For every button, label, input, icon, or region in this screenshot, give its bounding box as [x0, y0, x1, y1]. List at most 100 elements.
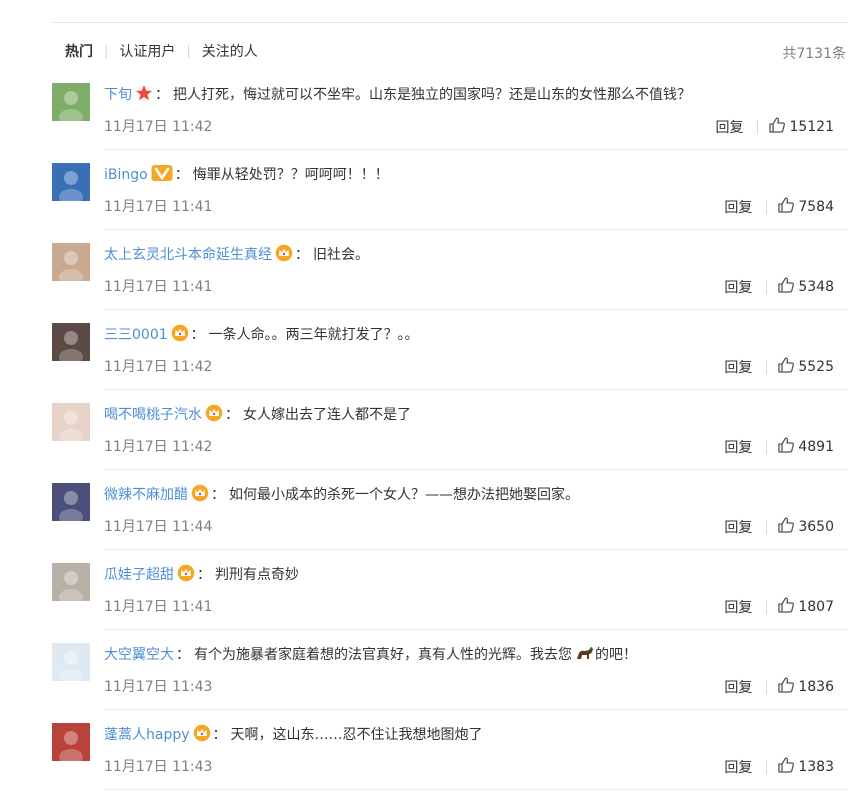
reply-button[interactable]: 回复: [724, 277, 752, 297]
colon: ：: [155, 87, 169, 103]
crown-badge-icon: [171, 324, 189, 349]
v-badge-icon: [151, 164, 173, 189]
comment-actions: 回复 7584: [724, 196, 834, 218]
colon: ：: [212, 727, 227, 743]
comment-text: 如何最小成本的杀死一个女人？——想办法把她娶回家。: [229, 487, 579, 503]
like-button[interactable]: 5348: [777, 276, 834, 298]
comment-time: 11月17日 11:43: [104, 679, 213, 695]
comment-time: 11月17日 11:42: [104, 439, 213, 455]
comment-actions: 回复 15121: [715, 116, 834, 138]
comment-time: 11月17日 11:41: [104, 599, 213, 615]
like-button[interactable]: 1836: [777, 676, 834, 698]
reply-button[interactable]: 回复: [724, 437, 752, 457]
username-link[interactable]: 大空翼空大: [104, 647, 174, 663]
action-separator: [766, 600, 768, 614]
reply-button[interactable]: 回复: [724, 677, 752, 697]
action-separator: [766, 760, 768, 774]
comment-actions: 回复 5348: [724, 276, 834, 298]
comment-item: 太上玄灵北斗本命延生真经 ：旧社会。 11月17日 11:41 回复 5348: [0, 230, 864, 310]
thumbs-up-icon: [777, 276, 798, 298]
comment-line: 三三0001 ：一条人命。。两三年就打发了？。。: [104, 324, 419, 349]
like-button[interactable]: 3650: [777, 516, 834, 538]
username-link[interactable]: 下旬: [104, 87, 132, 103]
comment-filter-tabs: 热门 | 认证用户 | 关注的人: [65, 41, 258, 61]
avatar[interactable]: [52, 163, 90, 201]
comment-divider: [104, 789, 848, 790]
colon: ：: [211, 487, 225, 503]
top-divider: [52, 22, 848, 23]
like-button[interactable]: 7584: [777, 196, 834, 218]
comment-text: 悔罪从轻处罚？？呵呵呵！！！: [192, 167, 389, 183]
like-button[interactable]: 1383: [777, 756, 834, 778]
avatar[interactable]: [52, 563, 90, 601]
comment-time: 11月17日 11:41: [104, 279, 213, 295]
avatar[interactable]: [52, 83, 90, 121]
username-link[interactable]: 瓜娃子超甜: [104, 567, 174, 583]
comment-line: 瓜娃子超甜 ：判刑有点奇妙: [104, 564, 299, 589]
username-link[interactable]: iBingo: [104, 167, 148, 183]
username-link[interactable]: 蓬蒿人happy: [104, 727, 190, 743]
reply-button[interactable]: 回复: [724, 757, 752, 777]
tab-hot[interactable]: 热门: [65, 41, 93, 61]
comment-actions: 回复 3650: [724, 516, 834, 538]
like-count: 7584: [798, 199, 834, 215]
comment-time: 11月17日 11:43: [104, 759, 213, 775]
thumbs-up-icon: [777, 436, 798, 458]
comment-line: 大空翼空大：有个为施暴者家庭着想的法官真好，真有人性的光辉。我去您 的吧！: [104, 644, 637, 669]
comment-line: 蓬蒿人happy ：天啊，这山东……忍不住让我想地图炮了: [104, 724, 483, 749]
avatar[interactable]: [52, 323, 90, 361]
avatar[interactable]: [52, 483, 90, 521]
thumbs-up-icon: [777, 596, 798, 618]
username-link[interactable]: 太上玄灵北斗本命延生真经: [104, 247, 272, 263]
comment-line: 下旬 ：把人打死，悔过就可以不坐牢。山东是独立的国家吗？还是山东的女性那么不值钱？: [104, 84, 691, 109]
action-separator: [766, 680, 768, 694]
reply-button[interactable]: 回复: [724, 597, 752, 617]
comment-text: 把人打死，悔过就可以不坐牢。山东是独立的国家吗？还是山东的女性那么不值钱？: [173, 87, 691, 103]
like-button[interactable]: 4891: [777, 436, 834, 458]
tab-following[interactable]: 关注的人: [202, 41, 258, 61]
comment-item: 微辣不麻加醋 ：如何最小成本的杀死一个女人？——想办法把她娶回家。 11月17日 1…: [0, 470, 864, 550]
like-count: 1836: [798, 679, 834, 695]
like-count: 5348: [798, 279, 834, 295]
thumbs-up-icon: [768, 116, 789, 138]
comment-text: 判刑有点奇妙: [215, 567, 299, 583]
avatar[interactable]: [52, 403, 90, 441]
like-button[interactable]: 5525: [777, 356, 834, 378]
tab-verified-users[interactable]: 认证用户: [119, 41, 175, 61]
colon: ：: [197, 567, 211, 583]
crown-badge-icon: [205, 404, 223, 429]
reply-button[interactable]: 回复: [715, 117, 743, 137]
thumbs-up-icon: [777, 356, 798, 378]
crown-badge-icon: [177, 564, 195, 589]
total-count: 共7131条: [782, 46, 846, 62]
comment-text: 天啊，这山东……忍不住让我想地图炮了: [230, 727, 483, 743]
action-separator: [766, 520, 768, 534]
reply-button[interactable]: 回复: [724, 357, 752, 377]
comment-actions: 回复 5525: [724, 356, 834, 378]
avatar[interactable]: [52, 243, 90, 281]
comment-text-tail: 的吧！: [595, 647, 637, 663]
avatar[interactable]: [52, 643, 90, 681]
username-link[interactable]: 三三0001: [104, 327, 168, 343]
thumbs-up-icon: [777, 516, 798, 538]
comment-actions: 回复 1807: [724, 596, 834, 618]
tab-separator: |: [104, 43, 109, 59]
like-button[interactable]: 15121: [768, 116, 834, 138]
tab-separator: |: [186, 43, 191, 59]
crown-badge-icon: [191, 484, 209, 509]
colon: ：: [295, 247, 309, 263]
like-button[interactable]: 1807: [777, 596, 834, 618]
reply-button[interactable]: 回复: [724, 197, 752, 217]
comment-line: iBingo ：悔罪从轻处罚？？呵呵呵！！！: [104, 164, 389, 189]
star-badge-icon: [135, 84, 153, 109]
like-count: 4891: [798, 439, 834, 455]
like-count: 15121: [789, 119, 834, 135]
avatar[interactable]: [52, 723, 90, 761]
reply-button[interactable]: 回复: [724, 517, 752, 537]
comment-line: 微辣不麻加醋 ：如何最小成本的杀死一个女人？——想办法把她娶回家。: [104, 484, 579, 509]
thumbs-up-icon: [777, 676, 798, 698]
comment-item: 三三0001 ：一条人命。。两三年就打发了？。。 11月17日 11:42 回复 552…: [0, 310, 864, 390]
username-link[interactable]: 喝不喝桃子汽水: [104, 407, 202, 423]
username-link[interactable]: 微辣不麻加醋: [104, 487, 188, 503]
action-separator: [766, 360, 768, 374]
